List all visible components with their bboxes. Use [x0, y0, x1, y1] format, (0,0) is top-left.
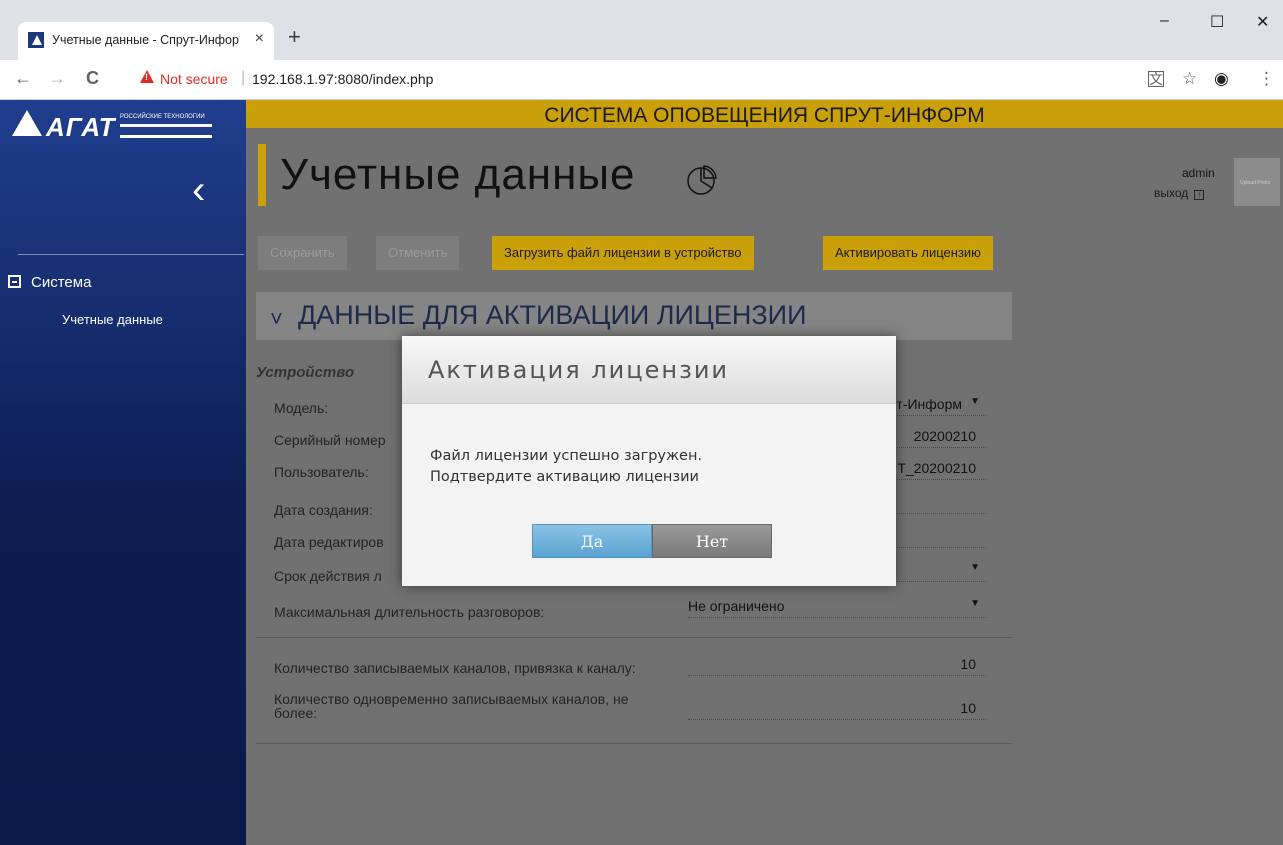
logo-mark-icon [12, 110, 42, 136]
logout-label[interactable]: выход [1154, 186, 1188, 200]
sidebar-group-label: Система [31, 274, 92, 291]
serial-label: Серийный номер [274, 432, 386, 448]
simul-channels-label-line1: Количество одновременно записываемых кан… [274, 691, 629, 707]
back-icon[interactable]: ← [14, 68, 32, 89]
profile-icon[interactable]: ◉ [1214, 69, 1229, 89]
simul-channels-value: 10 [960, 700, 976, 716]
device-subheading: Устройство [256, 364, 355, 381]
translate-icon[interactable]: 文 [1148, 71, 1164, 87]
rec-channels-value: 10 [960, 656, 976, 672]
bookmark-star-icon[interactable]: ☆ [1182, 69, 1197, 89]
collapse-group-icon[interactable] [8, 275, 21, 288]
favicon-icon [28, 32, 44, 48]
collapse-sidebar-icon[interactable]: ‹ [192, 168, 205, 213]
logo-subtitle: РОССИЙСКИЕ ТЕХНОЛОГИИ [120, 114, 205, 120]
browser-menu-icon[interactable]: ⋮ [1258, 69, 1275, 89]
minimize-button[interactable]: – [1160, 12, 1169, 30]
sidebar: АГАТ РОССИЙСКИЕ ТЕХНОЛОГИИ ‹ Система Уче… [0, 100, 246, 845]
save-button[interactable]: Сохранить [258, 236, 347, 270]
dropdown-icon[interactable]: ▼ [970, 598, 980, 609]
dropdown-icon[interactable]: ▼ [970, 562, 980, 573]
user-label: Пользователь: [274, 464, 369, 480]
reload-icon[interactable]: C [86, 68, 99, 89]
title-accent-bar [258, 144, 266, 206]
url-field[interactable]: 192.168.1.97:8080/index.php [252, 71, 433, 87]
new-tab-button[interactable]: + [288, 26, 301, 48]
window-close-button[interactable]: ✕ [1256, 12, 1269, 32]
dialog-message: Файл лицензии успешно загружен. Подтверд… [430, 446, 702, 488]
logout-link[interactable]: выход ↑ [1154, 186, 1205, 200]
warning-icon: ! [140, 70, 154, 83]
chevron-down-icon[interactable]: ˅ [270, 306, 283, 332]
user-name: admin [1182, 166, 1215, 180]
section-header[interactable]: ˅ ДАННЫЕ ДЛЯ АКТИВАЦИИ ЛИЦЕНЗИИ [256, 292, 1012, 340]
rec-channels-label: Количество записываемых каналов, привязк… [274, 660, 636, 676]
simul-channels-label-line2: более: [274, 705, 318, 721]
section-divider [256, 637, 1012, 638]
sidebar-divider [18, 254, 244, 255]
rec-channels-field[interactable]: 10 [688, 654, 986, 676]
page-title: Учетные данные [280, 150, 636, 199]
confirm-no-button[interactable]: Нет [652, 524, 772, 558]
agat-logo: АГАТ РОССИЙСКИЕ ТЕХНОЛОГИИ [12, 110, 212, 146]
confirm-yes-button[interactable]: Да [532, 524, 652, 558]
tab-strip: Учетные данные - Спрут-Инфор × + – ☐ ✕ [0, 0, 1283, 60]
model-label: Модель: [274, 400, 329, 416]
max-duration-value: Не ограничено [688, 598, 785, 614]
system-banner: СИСТЕМА ОПОВЕЩЕНИЯ СПРУТ-ИНФОРМ [246, 100, 1283, 128]
section-divider [256, 743, 1012, 744]
max-duration-label: Максимальная длительность разговоров: [274, 604, 545, 620]
security-status[interactable]: Not secure [160, 71, 228, 87]
dialog-message-line1: Файл лицензии успешно загружен. [430, 448, 703, 464]
address-separator: | [241, 69, 246, 86]
license-activation-dialog: Активация лицензии Файл лицензии успешно… [402, 336, 896, 586]
section-title: ДАННЫЕ ДЛЯ АКТИВАЦИИ ЛИЦЕНЗИИ [298, 300, 807, 330]
address-bar: ← → C ! Not secure | 192.168.1.97:8080/i… [0, 60, 1283, 100]
validity-label: Срок действия л [274, 568, 382, 584]
edited-date-label: Дата редактиров [274, 534, 384, 550]
model-value: т-Информ [896, 396, 962, 412]
sidebar-item-credentials[interactable]: Учетные данные [62, 312, 163, 327]
browser-chrome: Учетные данные - Спрут-Инфор × + – ☐ ✕ ←… [0, 0, 1283, 100]
tab-title: Учетные данные - Спрут-Инфор [52, 33, 239, 47]
logo-lines [120, 124, 212, 138]
cancel-button[interactable]: Отменить [376, 236, 460, 270]
dialog-header: Активация лицензии [402, 336, 896, 404]
avatar[interactable]: Upload Photo [1234, 158, 1280, 206]
banner-title: СИСТЕМА ОПОВЕЩЕНИЯ СПРУТ-ИНФОРМ [544, 104, 985, 127]
dropdown-icon[interactable]: ▼ [970, 396, 980, 407]
page: АГАТ РОССИЙСКИЕ ТЕХНОЛОГИИ ‹ Система Уче… [0, 100, 1283, 845]
browser-tab[interactable]: Учетные данные - Спрут-Инфор × [18, 22, 274, 60]
maximize-button[interactable]: ☐ [1210, 12, 1224, 32]
max-duration-select[interactable]: Не ограничено ▼ [688, 596, 986, 618]
created-date-label: Дата создания: [274, 502, 373, 518]
tab-close-icon[interactable]: × [255, 30, 264, 48]
upload-license-button[interactable]: Загрузить файл лицензии в устройство [492, 236, 754, 270]
logo-text: АГАТ [46, 112, 116, 142]
pie-chart-icon [687, 165, 717, 195]
avatar-placeholder-text: Upload Photo [1240, 180, 1271, 186]
dialog-message-line2: Подтвердите активацию лицензии [430, 469, 699, 485]
sidebar-group-system[interactable]: Система [8, 274, 91, 291]
simul-channels-field[interactable]: 10 [688, 698, 986, 720]
user-value: Т_20200210 [897, 460, 976, 476]
serial-value: 20200210 [913, 428, 976, 444]
dialog-title: Активация лицензии [428, 356, 730, 384]
simul-channels-label: Количество одновременно записываемых кан… [274, 692, 628, 720]
logout-icon[interactable]: ↑ [1194, 190, 1205, 200]
forward-icon[interactable]: → [48, 68, 66, 89]
activate-license-button[interactable]: Активировать лицензию [823, 236, 993, 270]
